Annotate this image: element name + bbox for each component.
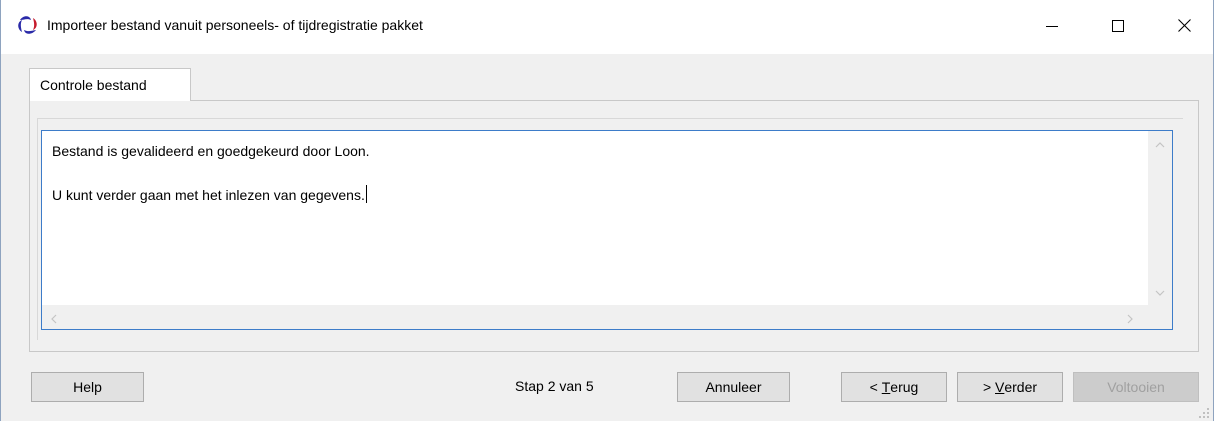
app-logo-icon [17,14,39,36]
next-button-label: erder [1004,379,1038,395]
scroll-left-icon[interactable] [50,312,58,327]
scrollbar-corner [1148,305,1172,329]
scroll-down-icon[interactable] [1155,285,1165,300]
back-button[interactable]: < Terug [841,372,947,402]
next-button[interactable]: > Verder [957,372,1063,402]
resize-grip-icon[interactable] [1198,406,1210,418]
next-button-mnemonic: V [995,379,1005,395]
title-bar[interactable]: Importeer bestand vanuit personeels- of … [1,0,1213,54]
tab-controle-bestand[interactable]: Controle bestand [29,68,191,101]
minimize-icon [1046,19,1058,35]
import-dialog-window: Importeer bestand vanuit personeels- of … [0,0,1214,421]
next-button-prefix: > [982,379,996,395]
message-text: Bestand is gevalideerd en goedgekeurd do… [52,141,1142,205]
text-caret [365,185,367,203]
validation-message-textarea[interactable]: Bestand is gevalideerd en goedgekeurd do… [41,130,1173,330]
back-button-mnemonic: T [881,379,891,395]
help-button[interactable]: Help [31,372,144,402]
maximize-button[interactable] [1095,0,1141,54]
finish-button[interactable]: Voltooien [1073,372,1199,402]
scroll-right-icon[interactable] [1126,312,1134,327]
scroll-up-icon[interactable] [1155,137,1165,152]
message-line-validated: Bestand is gevalideerd en goedgekeurd do… [52,143,370,159]
vertical-scrollbar[interactable] [1148,131,1172,307]
window-title: Importeer bestand vanuit personeels- of … [47,17,423,33]
back-button-label: erug [890,379,919,395]
message-line-continue: U kunt verder gaan met het inlezen van g… [52,187,365,203]
minimize-button[interactable] [1029,0,1075,54]
close-icon [1177,19,1191,35]
message-line-continue-wrap: U kunt verder gaan met het inlezen van g… [52,185,1142,205]
back-button-prefix: < [869,379,882,395]
step-indicator: Stap 2 van 5 [515,378,594,394]
horizontal-scrollbar[interactable] [42,305,1148,329]
cancel-button[interactable]: Annuleer [677,372,790,402]
maximize-icon [1112,19,1124,35]
close-button[interactable] [1161,0,1207,54]
